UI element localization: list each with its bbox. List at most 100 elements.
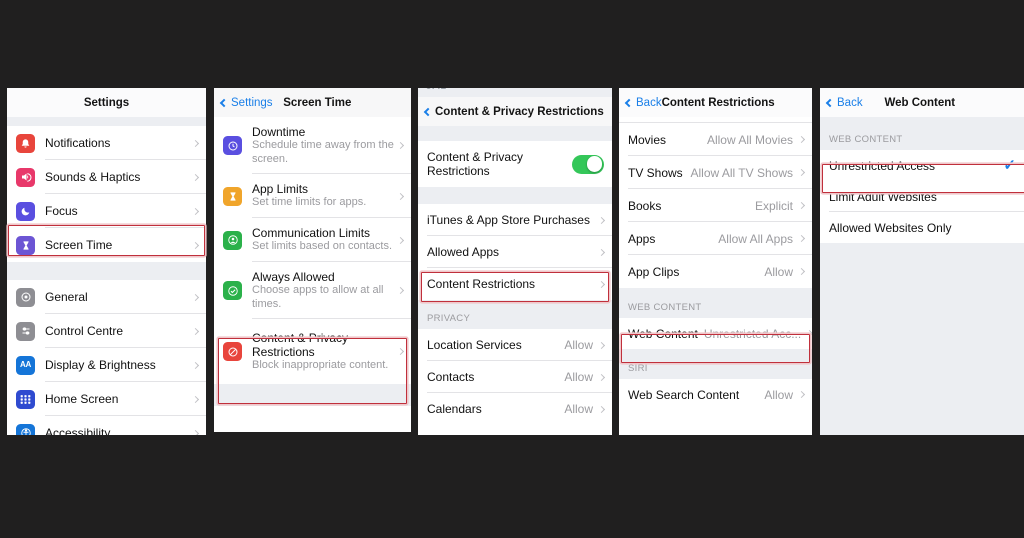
settings-label: Control Centre [45,324,124,338]
cpr-list[interactable]: Content & Privacy Restrictions iTunes & … [418,126,612,425]
cpr-value: Allow [564,402,593,416]
cpr-row-calendars[interactable]: Calendars Allow [418,393,612,425]
cr-row-apps[interactable]: Apps Allow All Apps [619,222,812,255]
cr-row-app-clips[interactable]: App Clips Allow [619,255,812,288]
cpr-row-allowed-apps[interactable]: Allowed Apps [418,236,612,268]
settings-label: Screen Time [45,238,113,252]
chevron-right-icon [396,236,405,244]
settings-row-control-centre[interactable]: Control Centre [7,314,206,348]
cr-section-header-siri: SIRI [619,349,812,379]
back-button[interactable]: Back [624,96,662,109]
cr-value: Unrestricted Acc... [703,326,802,341]
wc-top-gap [820,117,1024,127]
cr-label: Web Search Content [628,387,740,402]
screen-time-list[interactable]: Downtime Schedule time away from the scr… [214,117,411,406]
chevron-right-icon [597,280,606,288]
chevron-right-icon [597,341,606,349]
chevron-right-icon [191,361,200,369]
chevron-right-icon [191,207,200,215]
chevron-right-icon [797,234,806,243]
cpr-row-contacts[interactable]: Contacts Allow [418,361,612,393]
settings-label: Display & Brightness [45,358,156,372]
chevron-right-icon [191,293,200,301]
chevron-right-icon [191,173,200,181]
row-subtitle: Choose apps to allow at all times. [252,284,384,310]
communication-limits-icon [223,230,242,250]
home-screen-icon [16,389,35,409]
chevron-right-icon [806,329,812,338]
cpr-top-gap [418,126,612,141]
panel-screen-time: Settings Screen Time Downtime Schedule t… [214,88,411,432]
status-time: 9:41 [426,88,446,92]
cr-row-tv-shows[interactable]: TV Shows Allow All TV Shows [619,156,812,189]
settings-mid-gap [7,262,206,280]
screen-time-row-app-limits[interactable]: App Limits Set time limits for apps. [214,174,411,218]
control-centre-icon [16,321,35,341]
cr-row-books[interactable]: Books Explicit [619,189,812,222]
cpr-toggle-row[interactable]: Content & Privacy Restrictions [418,141,612,187]
chevron-right-icon [191,327,200,335]
panel-web-content: Back Web Content WEB CONTENT Unrestricte… [820,88,1024,435]
screen-time-row-content-privacy[interactable]: Content & Privacy Restrictions Block ina… [214,319,411,384]
cpr-label: Contacts [427,370,475,384]
cr-list[interactable]: Movies Allow All Movies TV Shows Allow A… [619,117,812,410]
cr-label: App Clips [628,264,680,279]
chevron-left-icon [624,98,634,107]
cr-label: TV Shows [628,165,683,180]
cpr-label: Location Services [427,338,522,352]
cpr-label: Allowed Apps [427,245,500,259]
screen-time-row-communication-limits[interactable]: Communication Limits Set limits based on… [214,218,411,262]
panel-settings: Settings Notifications Sounds & Haptics [7,88,206,435]
wc-option-limit-adult-websites[interactable]: Limit Adult Websites [820,181,1024,212]
wc-option-unrestricted-access[interactable]: Unrestricted Access ✓ [820,150,1024,181]
back-button[interactable] [423,107,435,116]
screen-time-bottom-gap [214,384,411,406]
back-button[interactable]: Settings [219,97,273,109]
back-label: Back [636,96,662,109]
wc-list[interactable]: WEB CONTENT Unrestricted Access ✓ Limit … [820,117,1024,435]
screen-time-icon [16,235,35,255]
always-allowed-icon [223,281,242,300]
cr-navbar: Back Content Restrictions [619,88,812,117]
chevron-right-icon [797,135,806,144]
settings-row-notifications[interactable]: Notifications [7,126,206,160]
row-subtitle: Block inappropriate content. [252,358,389,371]
settings-row-home-screen[interactable]: Home Screen [7,382,206,416]
cpr-row-location-services[interactable]: Location Services Allow [418,329,612,361]
wc-option-allowed-websites-only[interactable]: Allowed Websites Only [820,212,1024,243]
settings-row-accessibility[interactable]: Accessibility [7,416,206,435]
wc-bottom-gap [820,243,1024,435]
notifications-icon [16,133,35,153]
screen-time-title: Screen Time [283,96,352,109]
back-button[interactable]: Back [825,97,863,109]
sounds-haptics-icon [16,167,35,187]
status-bar-stub: 9:41 [418,88,612,97]
chevron-right-icon [396,192,405,200]
settings-row-display-brightness[interactable]: AA Display & Brightness [7,348,206,382]
chevron-right-icon [191,395,200,403]
settings-row-sounds-haptics[interactable]: Sounds & Haptics [7,160,206,194]
chevron-right-icon [597,216,606,224]
cpr-row-itunes-purchases[interactable]: iTunes & App Store Purchases [418,204,612,236]
cpr-gap-2 [418,187,612,204]
screen-time-row-downtime[interactable]: Downtime Schedule time away from the scr… [214,117,411,174]
screenshot-canvas: Settings Notifications Sounds & Haptics [0,0,1024,538]
checkmark-icon: ✓ [1003,157,1016,174]
cr-row-movies[interactable]: Movies Allow All Movies [619,123,812,156]
chevron-right-icon [396,141,405,150]
cpr-row-content-restrictions[interactable]: Content Restrictions [418,268,612,300]
settings-label: Sounds & Haptics [45,170,141,184]
focus-icon [16,201,35,221]
settings-label: Home Screen [45,392,119,406]
settings-row-screen-time[interactable]: Screen Time [7,228,206,262]
cr-row-web-search-content[interactable]: Web Search Content Allow [619,379,812,410]
screen-time-navbar: Settings Screen Time [214,88,411,117]
content-privacy-restrictions-toggle[interactable] [572,154,604,174]
wc-option-label: Limit Adult Websites [829,189,937,204]
settings-row-general[interactable]: General [7,280,206,314]
screen-time-row-always-allowed[interactable]: Always Allowed Choose apps to allow at a… [214,262,411,319]
cr-row-web-content[interactable]: Web Content Unrestricted Acc... [619,318,812,349]
cpr-section-header-privacy: PRIVACY [418,300,612,329]
settings-row-focus[interactable]: Focus [7,194,206,228]
settings-list[interactable]: Notifications Sounds & Haptics Focus Scr… [7,126,206,435]
